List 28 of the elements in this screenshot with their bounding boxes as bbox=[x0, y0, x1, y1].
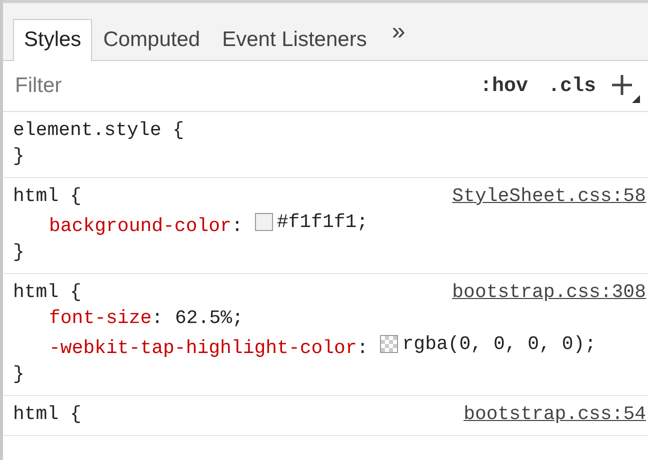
property-value: #f1f1f1; bbox=[254, 209, 368, 235]
color-swatch[interactable] bbox=[380, 335, 398, 353]
property-value: rgba(0, 0, 0, 0); bbox=[380, 331, 596, 357]
source-link[interactable]: StyleSheet.css:58 bbox=[452, 183, 648, 209]
closing-brace: } bbox=[13, 241, 24, 263]
filter-field[interactable]: Filter bbox=[13, 73, 470, 99]
colon: : bbox=[152, 307, 164, 329]
tab[interactable]: Styles bbox=[13, 19, 92, 61]
selector: html { bbox=[13, 280, 82, 305]
toolbar-toggle[interactable]: :hov bbox=[470, 74, 538, 98]
property-value: 62.5%; bbox=[175, 306, 244, 331]
property-name: font-size bbox=[49, 307, 152, 329]
closing-brace: } bbox=[13, 145, 24, 167]
property-name: -webkit-tap-highlight-color bbox=[49, 337, 357, 359]
property-name: background-color bbox=[49, 215, 232, 237]
tab[interactable]: Computed bbox=[92, 19, 212, 61]
closing-brace: } bbox=[13, 363, 24, 385]
colon: : bbox=[356, 337, 368, 359]
more-tabs-button[interactable]: » bbox=[378, 18, 420, 60]
selector: element.style { bbox=[13, 118, 184, 143]
source-link[interactable]: bootstrap.css:54 bbox=[464, 401, 648, 427]
selector: html { bbox=[13, 402, 82, 427]
selector: html { bbox=[13, 184, 82, 209]
toolbar-toggle[interactable]: .cls bbox=[538, 74, 606, 98]
colon: : bbox=[231, 215, 243, 237]
tab[interactable]: Event Listeners bbox=[211, 19, 378, 61]
color-swatch[interactable] bbox=[254, 213, 273, 231]
source-link[interactable]: bootstrap.css:308 bbox=[452, 279, 648, 305]
